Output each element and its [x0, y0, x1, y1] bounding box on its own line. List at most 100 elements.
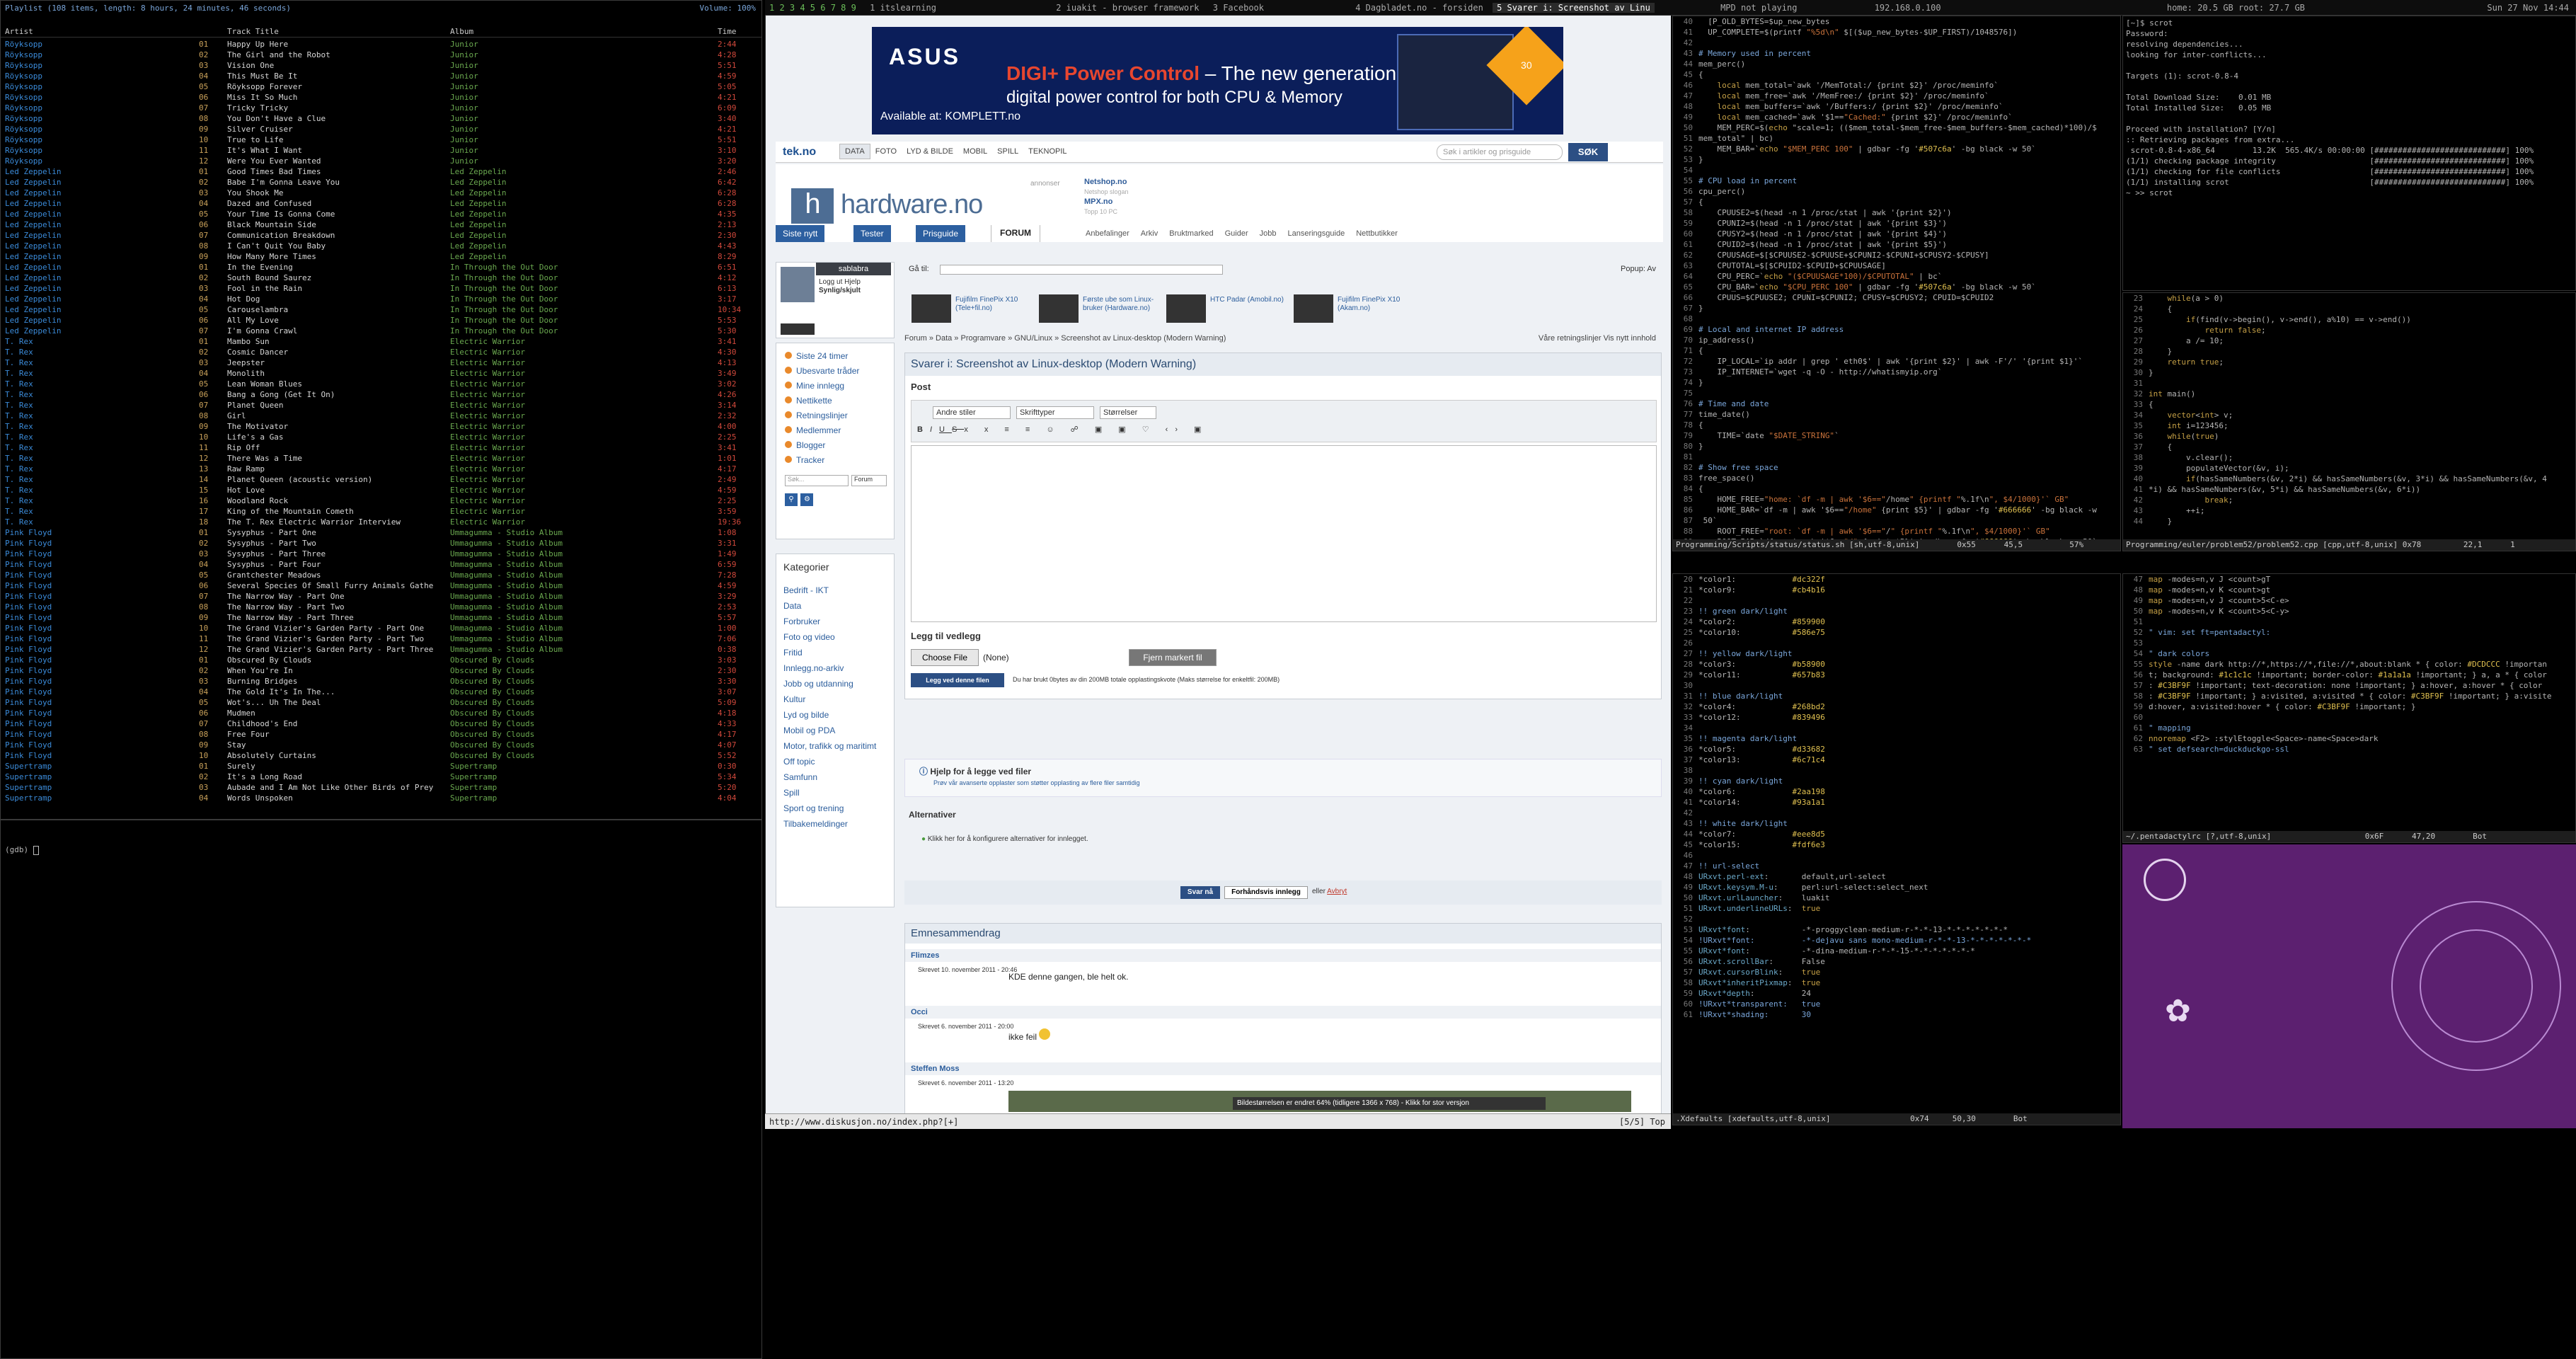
playlist-row[interactable]: Röyksopp 04 This Must Be It Junior 4:59 — [1, 71, 761, 81]
category-link[interactable]: Off topic — [783, 754, 887, 769]
playlist-row[interactable]: T. Rex 02 Cosmic Dancer Electric Warrior 4:3… — [1, 347, 761, 357]
category-link[interactable]: Tilbakemeldinger — [783, 816, 887, 832]
playlist-row[interactable]: Led Zeppelin 02 Babe I'm Gonna Leave You Le… — [1, 177, 761, 188]
playlist-row[interactable]: Pink Floyd 09 The Narrow Way - Part Three U… — [1, 612, 761, 623]
playlist-row[interactable]: T. Rex 01 Mambo Sun Electric Warrior 3:41 — [1, 336, 761, 347]
playlist-pane[interactable]: Playlist (108 items, length: 8 hours, 24… — [0, 0, 762, 820]
playlist-row[interactable]: Röyksopp 02 The Girl and the Robot Junior 4:… — [1, 50, 761, 60]
preview-button[interactable]: Forhåndsvis innlegg — [1224, 886, 1308, 899]
attach-file-button[interactable]: Legg ved denne filen — [911, 673, 1004, 687]
forum-nav-item[interactable]: Tracker — [785, 453, 885, 468]
workspace-tags[interactable]: 1 2 3 4 5 6 7 8 9 — [765, 3, 861, 13]
forum-search-scope[interactable]: Forum — [851, 475, 887, 486]
playlist-row[interactable]: Pink Floyd 07 Childhood's End Obscured By C… — [1, 718, 761, 729]
playlist-row[interactable]: Supertramp 01 Surely Supertramp 0:30 — [1, 761, 761, 772]
gdb-prompt[interactable]: (gdb) — [5, 844, 757, 855]
playlist-row[interactable]: Pink Floyd 03 Burning Bridges Obscured By C… — [1, 676, 761, 687]
playlist-row[interactable]: Led Zeppelin 06 Black Mountain Side Led Zep… — [1, 219, 761, 230]
nav-siste-nytt[interactable]: Siste nytt — [776, 225, 825, 242]
playlist-row[interactable]: Pink Floyd 02 Sysyphus - Part Two Ummagumma… — [1, 538, 761, 549]
tek-nav-foto[interactable]: FOTO — [870, 144, 902, 159]
subnav-nettbutikker[interactable]: Nettbutikker — [1350, 229, 1403, 238]
playlist-row[interactable]: T. Rex 14 Planet Queen (acoustic version) E… — [1, 474, 761, 485]
playlist-row[interactable]: Led Zeppelin 09 How Many More Times Led Zep… — [1, 251, 761, 262]
category-link[interactable]: Forbruker — [783, 614, 887, 629]
playlist-row[interactable]: Röyksopp 05 Röyksopp Forever Junior 5:05 — [1, 81, 761, 92]
playlist-row[interactable]: Pink Floyd 10 Absolutely Curtains Obscured … — [1, 750, 761, 761]
post-author[interactable]: Flimzes — [905, 949, 1661, 962]
playlist-row[interactable]: Pink Floyd 08 Free Four Obscured By Clouds 4… — [1, 729, 761, 740]
header-ads[interactable]: Netshop.no Netshop slogan MPX.no Topp 10 P… — [1084, 177, 1129, 217]
post-author[interactable]: Steffen Moss — [905, 1062, 1661, 1075]
tab-4[interactable]: 4 Dagbladet.no - forsiden — [1351, 3, 1488, 13]
playlist-row[interactable]: Led Zeppelin 08 I Can't Quit You Baby Led Z… — [1, 241, 761, 251]
playlist-row[interactable]: Pink Floyd 12 The Grand Vizier's Garden Pa… — [1, 644, 761, 655]
playlist-row[interactable]: Röyksopp 01 Happy Up Here Junior 2:44 — [1, 39, 761, 50]
playlist-row[interactable]: Pink Floyd 08 The Narrow Way - Part Two Umm… — [1, 602, 761, 612]
category-link[interactable]: Lyd og bilde — [783, 707, 887, 723]
playlist-row[interactable]: Röyksopp 11 It's What I Want Junior 3:10 — [1, 145, 761, 156]
tek-nav-mobil[interactable]: MOBIL — [958, 144, 992, 159]
tab-3[interactable]: 3 Facebook — [1209, 3, 1268, 13]
playlist-row[interactable]: Pink Floyd 04 The Gold It's In The... Obscu… — [1, 687, 761, 697]
post-author[interactable]: Occi — [905, 1006, 1661, 1019]
editor-pentadactylrc[interactable]: 47 map -modes=n,v J <count>gT 48 map -modes… — [2122, 573, 2576, 843]
editor-status-sh[interactable]: 40 [P_OLD_BYTES=$up_new_bytes 41 UP_COMPL… — [1672, 16, 2121, 551]
category-link[interactable]: Motor, trafikk og maritimt — [783, 738, 887, 754]
format-buttons[interactable]: BIUSx x ≡ ≡ ☺ ☍ ▣ ▣ ♡ ‹› ▣ — [917, 425, 1208, 434]
category-link[interactable]: Spill — [783, 785, 887, 801]
forum-nav-item[interactable]: Medlemmer — [785, 423, 885, 438]
playlist-row[interactable]: T. Rex 16 Woodland Rock Electric Warrior 2:2… — [1, 495, 761, 506]
forum-nav-item[interactable]: Ubesvarte tråder — [785, 364, 885, 379]
user-links[interactable]: Logg ut Hjelp Synlig/skjult — [819, 278, 861, 295]
playlist-row[interactable]: T. Rex 05 Lean Woman Blues Electric Warrior… — [1, 379, 761, 389]
tek-nav-data[interactable]: DATA — [839, 144, 870, 159]
playlist-row[interactable]: T. Rex 17 King of the Mountain Cometh Elect… — [1, 506, 761, 517]
remove-file-button[interactable]: Fjern markert fil — [1129, 649, 1217, 666]
cancel-link[interactable]: Avbryt — [1327, 888, 1347, 895]
subnav-guider[interactable]: Guider — [1219, 229, 1254, 238]
forum-nav-item[interactable]: Siste 24 timer — [785, 349, 885, 364]
subnav-anbefalinger[interactable]: Anbefalinger — [1080, 229, 1135, 238]
tab-1[interactable]: 1 itslearning — [866, 3, 941, 13]
playlist-row[interactable]: T. Rex 07 Planet Queen Electric Warrior 3:14 — [1, 400, 761, 411]
playlist-row[interactable]: Röyksopp 06 Miss It So Much Junior 4:21 — [1, 92, 761, 103]
playlist-row[interactable]: Pink Floyd 01 Obscured By Clouds Obscured B… — [1, 655, 761, 665]
playlist-row[interactable]: T. Rex 18 The T. Rex Electric Warrior Inte… — [1, 517, 761, 527]
playlist-row[interactable]: Röyksopp 09 Silver Cruiser Junior 4:21 — [1, 124, 761, 134]
editor-problem52[interactable]: 23 while(a > 0) 24 {25 if(find(v->begin()… — [2122, 292, 2576, 551]
playlist-row[interactable]: T. Rex 10 Life's a Gas Electric Warrior 2:25 — [1, 432, 761, 442]
playlist-row[interactable]: Led Zeppelin 05 Carouselambra In Through th… — [1, 304, 761, 315]
playlist-row[interactable]: Led Zeppelin 05 Your Time Is Gonna Come Led… — [1, 209, 761, 219]
choose-file-button[interactable]: Choose File — [911, 649, 979, 666]
forum-nav-item[interactable]: Blogger — [785, 438, 885, 453]
submit-button[interactable]: Svar nå — [1180, 886, 1220, 899]
playlist-row[interactable]: Pink Floyd 03 Sysyphus - Part Three Ummagum… — [1, 549, 761, 559]
playlist-row[interactable]: Pink Floyd 01 Sysyphus - Part One Ummagumma… — [1, 527, 761, 538]
playlist-row[interactable]: Led Zeppelin 01 In the Evening In Through t… — [1, 262, 761, 273]
playlist-row[interactable]: Pink Floyd 11 The Grand Vizier's Garden Pa… — [1, 633, 761, 644]
search-button[interactable]: SØK — [1568, 143, 1608, 161]
font-select[interactable]: Skrifttyper — [1016, 406, 1094, 419]
category-link[interactable]: Samfunn — [783, 769, 887, 785]
options-link[interactable]: ● Klikk her for å konfigurere alternativ… — [921, 835, 1088, 843]
playlist-row[interactable]: Led Zeppelin 01 Good Times Bad Times Led Ze… — [1, 166, 761, 177]
playlist-row[interactable]: Led Zeppelin 03 You Shook Me Led Zeppelin 6:… — [1, 188, 761, 198]
category-link[interactable]: Innlegg.no-arkiv — [783, 660, 887, 676]
playlist-row[interactable]: Pink Floyd 10 The Grand Vizier's Garden Pa… — [1, 623, 761, 633]
playlist-row[interactable]: T. Rex 08 Girl Electric Warrior 2:32 — [1, 411, 761, 421]
col-track[interactable]: Track Title — [227, 26, 450, 37]
playlist-row[interactable]: Röyksopp 03 Vision One Junior 5:51 — [1, 60, 761, 71]
search-input[interactable]: Søk i artikler og prisguide — [1437, 144, 1563, 160]
tek-nav-spill[interactable]: SPILL — [992, 144, 1023, 159]
playlist-row[interactable]: Led Zeppelin 02 South Bound Saurez In Throu… — [1, 273, 761, 283]
col-album[interactable]: Album — [450, 26, 718, 37]
playlist-row[interactable]: Pink Floyd 04 Sysyphus - Part Four Ummagumm… — [1, 559, 761, 570]
advanced-uploader-link[interactable]: Prøv vår avanserte opplaster som støtter… — [933, 779, 1140, 786]
subnav-bruktmarked[interactable]: Bruktmarked — [1163, 229, 1219, 238]
category-link[interactable]: Sport og trening — [783, 801, 887, 816]
playlist-row[interactable]: Röyksopp 12 Were You Ever Wanted Junior 3:20 — [1, 156, 761, 166]
playlist-row[interactable]: Pink Floyd 07 The Narrow Way - Part One Umm… — [1, 591, 761, 602]
playlist-row[interactable]: Led Zeppelin 04 Dazed and Confused Led Zepp… — [1, 198, 761, 209]
playlist-row[interactable]: Pink Floyd 06 Several Species Of Small Fur… — [1, 580, 761, 591]
